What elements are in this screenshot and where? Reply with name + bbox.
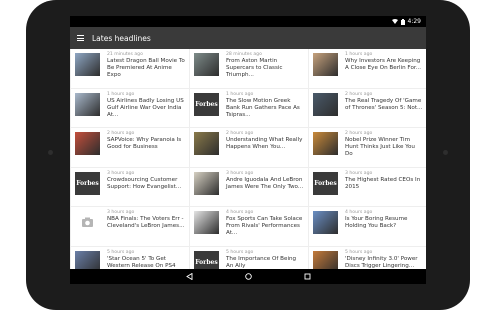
headline-card[interactable]: 1 hours ago Why Investors Are Keeping A C… [309,49,426,88]
headline-text: Crowdsourcing Customer Support: How Evan… [107,176,182,190]
card-text: 1 hours ago Why Investors Are Keeping A C… [345,52,424,72]
card-text: 3 hours ago Crowdsourcing Customer Suppor… [107,171,186,191]
forbes-logo: Forbes [75,171,100,195]
timestamp: 28 minutes ago [226,52,262,57]
card-text: 3 hours ago The Highest Rated CEOs In 201… [345,171,424,191]
card-text: 5 hours ago The Importance Of Being An Al… [226,250,305,270]
headline-text: Understanding What Really Happens When Y… [226,137,303,150]
headline-card[interactable]: Forbes 3 hours ago The Highest Rated CEOs … [309,167,426,206]
headline-text: Nobel Prize Winner Tim Hunt Thinks Just … [345,137,415,157]
headline-card[interactable]: 1 hours ago US Airlines Badly Losing US G… [71,88,189,127]
card-text: 5 hours ago 'Disney Infinity 3.0' Power D… [345,250,424,270]
card-text: 21 minutes ago Latest Dragon Ball Movie T… [107,52,186,79]
status-bar: 4:29 [70,16,426,27]
speaker-dot-right [443,150,448,155]
headline-card[interactable]: 21 minutes ago Latest Dragon Ball Movie T… [71,49,189,88]
battery-icon [400,18,405,25]
headline-card[interactable]: 2 hours ago Nobel Prize Winner Tim Hunt T… [309,128,426,167]
headline-text: The Slow Motion Greek Bank Run Gathers P… [226,97,300,118]
headline-card[interactable]: 3 hours ago NBA Finals: The Voters Err - … [71,207,189,246]
timestamp: 2 hours ago [226,131,254,136]
art-image [313,132,338,155]
timestamp: 1 hours ago [226,91,254,97]
timestamp: 5 hours ago [226,249,254,255]
headlines-grid: 21 minutes ago Latest Dragon Ball Movie T… [71,49,426,284]
card-text: 2 hours ago The Real Tragedy Of 'Game of … [345,92,424,112]
document-image [194,171,219,195]
clock: 4:29 [407,18,421,25]
headline-text: The Highest Rated CEOs In 2015 [345,176,421,190]
timestamp: 2 hours ago [345,131,373,136]
card-text: 3 hours ago Andre Iguodala And LeBron Jam… [226,171,305,191]
headline-card[interactable]: 3 hours ago Andre Iguodala And LeBron Jam… [190,167,308,206]
timestamp: 5 hours ago [107,249,135,255]
forbes-logo: Forbes [313,171,338,195]
headline-text: The Real Tragedy Of 'Game of Thrones' Se… [345,97,423,111]
hazard-image [75,132,100,155]
speaker-dot-left [48,150,53,155]
timestamp: 3 hours ago [107,170,135,176]
headline-text: NBA Finals: The Voters Err - Cleveland's… [107,216,185,229]
home-icon[interactable] [244,273,252,280]
car-image [194,53,219,76]
timestamp: 5 hours ago [345,249,373,255]
headline-text: SAPVoice: Why Paranoia Is Good for Busin… [107,137,182,150]
painting-image [194,132,219,155]
recents-icon[interactable] [304,273,311,280]
headline-text: From Aston Martin Supercars to Classic T… [226,58,283,78]
card-text: 4 hours ago Is Your Boring Resume Holding… [345,210,424,230]
headline-text: US Airlines Badly Losing US Gulf Airline… [107,97,184,118]
headline-card[interactable]: 2 hours ago Understanding What Really Hap… [190,128,308,167]
timestamp: 3 hours ago [226,170,254,176]
headline-card[interactable]: 2 hours ago SAPVoice: Why Paranoia Is Goo… [71,128,189,167]
headline-text: 'Disney Infinity 3.0' Power Discs Trigge… [345,255,418,269]
card-text: 2 hours ago Nobel Prize Winner Tim Hunt T… [345,131,424,158]
headline-card[interactable]: Forbes 3 hours ago Crowdsourcing Customer … [71,167,189,206]
table-image [194,211,219,234]
timestamp: 1 hours ago [107,91,135,97]
card-text: 3 hours ago NBA Finals: The Voters Err - … [107,210,186,230]
forbes-logo: Forbes [194,92,219,116]
dragonball-image [75,53,100,76]
card-text: 2 hours ago Understanding What Really Hap… [226,131,305,151]
headline-card[interactable]: 2 hours ago The Real Tragedy Of 'Game of … [309,88,426,127]
headline-text: Fox Sports Can Take Solace From Rivals' … [226,216,303,236]
timestamp: 4 hours ago [226,210,254,215]
timestamp: 1 hours ago [345,52,373,57]
timestamp: 2 hours ago [345,91,373,97]
hamburger-icon[interactable] [77,35,84,41]
nav-bar [70,269,426,284]
headline-card[interactable]: Forbes 1 hours ago The Slow Motion Greek B… [190,88,308,127]
headline-text: The Importance Of Being An Ally [226,255,297,269]
card-text: 2 hours ago SAPVoice: Why Paranoia Is Goo… [107,131,186,151]
back-icon[interactable] [185,273,193,280]
wifi-icon [391,19,398,24]
globe-image [313,211,338,234]
card-text: 28 minutes ago From Aston Martin Supercar… [226,52,305,79]
headline-text: Why Investors Are Keeping A Close Eye On… [345,58,421,71]
portrait-image [313,53,338,76]
headline-card[interactable]: 4 hours ago Fox Sports Can Take Solace Fr… [190,207,308,246]
app-toolbar: Lates headlines [70,27,426,49]
headline-text: Andre Iguodala And LeBron James Were The… [226,176,304,190]
timestamp: 2 hours ago [107,131,135,136]
headline-card[interactable]: 28 minutes ago From Aston Martin Supercar… [190,49,308,88]
thrones-image [313,92,338,116]
camera-placeholder [75,211,100,234]
headline-text: Latest Dragon Ball Movie To Be Premiered… [107,58,185,78]
headline-card[interactable]: 4 hours ago Is Your Boring Resume Holding… [309,207,426,246]
airplane-image [75,92,100,116]
headline-text: Is Your Boring Resume Holding You Back? [345,216,408,229]
timestamp: 3 hours ago [345,170,373,176]
card-text: 4 hours ago Fox Sports Can Take Solace Fr… [226,210,305,237]
timestamp: 4 hours ago [345,210,373,215]
card-text: 1 hours ago US Airlines Badly Losing US G… [107,92,186,119]
timestamp: 21 minutes ago [107,52,143,57]
timestamp: 3 hours ago [107,210,135,215]
page-title: Lates headlines [92,33,151,43]
card-text: 1 hours ago The Slow Motion Greek Bank Ru… [226,92,305,119]
screen: 4:29 Lates headlines 21 minutes ago Lates… [70,16,426,284]
